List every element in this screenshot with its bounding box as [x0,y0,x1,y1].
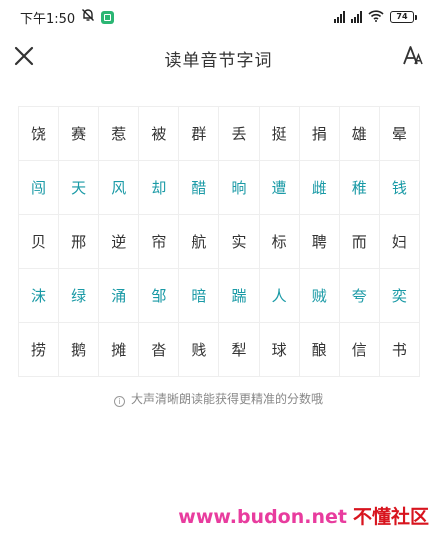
character-cell: 帘 [139,215,180,269]
character-cell: 雄 [339,107,380,161]
character-cell: 群 [179,107,220,161]
character-cell: 闯 [19,161,60,215]
character-cell: 却 [139,161,180,215]
character-cell: 晕 [379,107,420,161]
character-cell: 酿 [299,323,340,377]
character-cell: 暗 [179,269,220,323]
page-title: 读单音节字词 [164,51,273,71]
font-size-icon [403,46,423,65]
status-right: 74 [334,9,417,25]
character-cell: 醋 [179,161,220,215]
hint: i 大声清晰朗读能获得更精准的分数哦 [0,390,437,407]
character-cell: 天 [59,161,100,215]
grid-row: 饶赛惹被群丢挺捐雄晕 [19,107,420,161]
character-cell: 夸 [339,269,380,323]
character-cell: 晌 [219,161,260,215]
status-left: 下午1:50 [20,8,115,27]
character-cell: 奕 [379,269,420,323]
character-cell: 鹅 [59,323,100,377]
app-notification-icon [101,10,115,24]
hint-text: 大声清晰朗读能获得更精准的分数哦 [130,392,323,406]
character-cell: 绿 [59,269,100,323]
mute-bell-icon [81,8,95,26]
character-cell: 人 [259,269,300,323]
character-cell: 挺 [259,107,300,161]
character-cell: 贱 [179,323,220,377]
grid-row: 沫绿涌邹暗踹人贼夸奕 [19,269,420,323]
character-cell: 踹 [219,269,260,323]
signal-icon [334,11,345,23]
character-cell: 摊 [99,323,140,377]
watermark-name: 不懂社区 [352,506,429,528]
grid-row: 闯天风却醋晌遭雌稚钱 [19,161,420,215]
header: 读单音节字词 [0,38,437,78]
info-icon: i [113,396,125,407]
character-cell: 妇 [379,215,420,269]
character-cell: 标 [259,215,300,269]
character-cell: 稚 [339,161,380,215]
character-cell: 聘 [299,215,340,269]
status-bar: 下午1:50 74 [0,0,437,34]
grid-row: 捞鹅摊沓贱犁球酿信书 [19,323,420,377]
character-cell: 沓 [139,323,180,377]
character-cell: 犁 [219,323,260,377]
character-cell: 航 [179,215,220,269]
character-cell: 雌 [299,161,340,215]
watermark: www.budon.net 不懂社区 [178,502,429,529]
battery-icon: 74 [390,11,417,23]
character-cell: 丢 [219,107,260,161]
font-size-button[interactable] [401,44,425,68]
character-cell: 惹 [99,107,140,161]
character-cell: 饶 [19,107,60,161]
watermark-url: www.budon.net [178,506,347,528]
character-cell: 而 [339,215,380,269]
character-cell: 邢 [59,215,100,269]
character-cell: 钱 [379,161,420,215]
character-cell: 涌 [99,269,140,323]
character-grid: 饶赛惹被群丢挺捐雄晕闯天风却醋晌遭雌稚钱贝邢逆帘航实标聘而妇沫绿涌邹暗踹人贼夸奕… [18,106,420,377]
wifi-icon [368,9,384,25]
signal-icon-2 [351,11,362,23]
character-cell: 遭 [259,161,300,215]
character-cell: 邹 [139,269,180,323]
character-cell: 信 [339,323,380,377]
character-cell: 逆 [99,215,140,269]
character-cell: 沫 [19,269,60,323]
character-cell: 书 [379,323,420,377]
character-cell: 赛 [59,107,100,161]
grid-row: 贝邢逆帘航实标聘而妇 [19,215,420,269]
character-cell: 贼 [299,269,340,323]
character-cell: 捞 [19,323,60,377]
character-cell: 球 [259,323,300,377]
character-cell: 贝 [19,215,60,269]
status-time: 下午1:50 [20,11,76,27]
battery-level: 74 [390,11,414,23]
character-cell: 被 [139,107,180,161]
character-cell: 实 [219,215,260,269]
character-cell: 风 [99,161,140,215]
character-cell: 捐 [299,107,340,161]
